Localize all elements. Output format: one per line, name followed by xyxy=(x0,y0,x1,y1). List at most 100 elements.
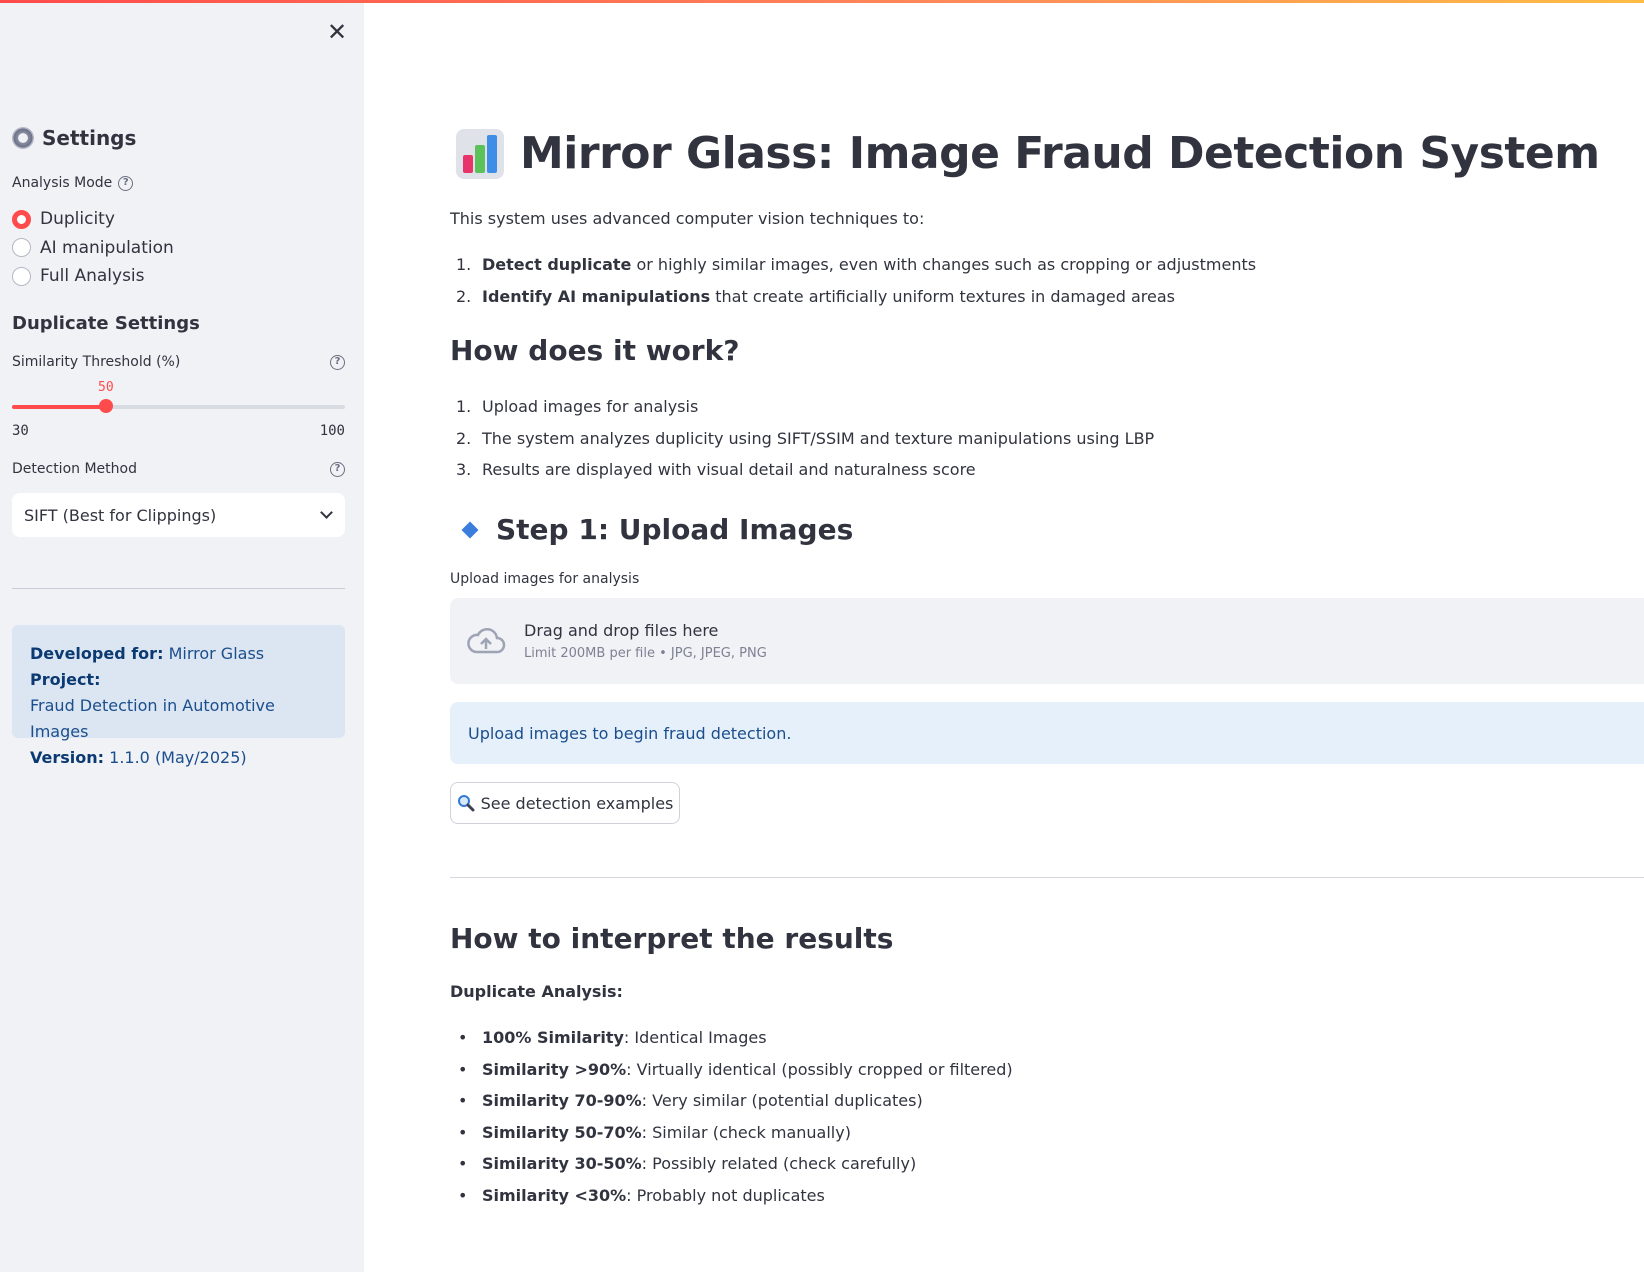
analysis-mode-text: Analysis Mode xyxy=(12,175,113,191)
list-item-text: The system analyzes duplicity using SIFT… xyxy=(482,428,1155,448)
slider-min: 30 xyxy=(12,423,29,439)
list-item-text: : Identical Images xyxy=(623,1028,767,1048)
project-name: Mirror Glass xyxy=(168,644,265,663)
detection-method-value: SIFT (Best for Clippings) xyxy=(24,505,217,525)
gear-icon xyxy=(12,127,34,149)
list-item-text: Upload images for analysis xyxy=(482,397,699,417)
sidebar: ✕ Settings Analysis Mode ? Duplicity AI … xyxy=(0,0,364,1272)
list-item-text: : Very similar (potential duplicates) xyxy=(641,1091,923,1111)
version-label: Version: xyxy=(30,748,105,767)
list-item-bold: 100% Similarity xyxy=(482,1028,624,1048)
list-item-text: Results are displayed with visual detail… xyxy=(482,460,976,480)
list-item: 2. The system analyzes duplicity using S… xyxy=(450,423,1154,455)
radio-ai-manipulation[interactable]: AI manipulation xyxy=(12,234,174,263)
radio-duplicity[interactable]: Duplicity xyxy=(12,205,174,234)
info-alert: Upload images to begin fraud detection. xyxy=(450,702,1644,764)
magnifier-icon xyxy=(457,795,475,812)
radio-label: Full Analysis xyxy=(40,266,145,287)
top-decoration-bar xyxy=(0,0,1644,3)
list-item: 3. Results are displayed with visual det… xyxy=(450,454,1154,486)
list-item: • Similarity <30%: Probably not duplicate… xyxy=(450,1180,1013,1212)
list-item-text: or highly similar images, even with chan… xyxy=(631,255,1257,275)
slider-value: 50 xyxy=(98,380,114,395)
close-icon[interactable]: ✕ xyxy=(325,20,349,44)
list-item: • Similarity 30-50%: Possibly related (ch… xyxy=(450,1148,1013,1180)
list-item: • Similarity 70-90%: Very similar (potent… xyxy=(450,1085,1013,1117)
radio-selected-icon[interactable] xyxy=(12,209,31,229)
bar-chart-icon xyxy=(456,128,504,179)
sidebar-divider xyxy=(12,588,345,589)
detection-method-label: Detection Method xyxy=(12,461,137,477)
bullet: • xyxy=(458,1122,468,1142)
similarity-threshold-label: Similarity Threshold (%) xyxy=(12,354,181,370)
step1-heading-row: Step 1: Upload Images xyxy=(461,513,853,546)
help-icon[interactable]: ? xyxy=(118,175,134,191)
settings-heading: Settings xyxy=(12,126,136,150)
list-item-text: : Similar (check manually) xyxy=(641,1122,851,1142)
analysis-mode-label: Analysis Mode ? xyxy=(12,175,134,191)
interpret-heading: How to interpret the results xyxy=(450,922,894,955)
list-item: 2. Identify AI manipulations that create… xyxy=(450,281,1256,313)
help-icon[interactable]: ? xyxy=(330,354,345,370)
dropzone-text: Drag and drop files here Limit 200MB per… xyxy=(524,621,767,661)
list-item-text: that create artificially uniform texture… xyxy=(710,286,1175,306)
list-item-bold: Detect duplicate xyxy=(482,255,632,275)
list-item-bold: Identify AI manipulations xyxy=(482,286,711,306)
capabilities-list: 1. Detect duplicate or highly similar im… xyxy=(450,249,1256,312)
list-item-bold: Similarity 70-90% xyxy=(482,1091,642,1111)
radio-unselected-icon[interactable] xyxy=(12,238,31,258)
how-steps-list: 1. Upload images for analysis 2. The sys… xyxy=(450,391,1154,486)
cloud-upload-icon xyxy=(467,628,506,654)
list-item-text: : Virtually identical (possibly cropped … xyxy=(626,1059,1013,1079)
list-item-bold: Similarity <30% xyxy=(482,1185,627,1205)
list-item-text: : Possibly related (check carefully) xyxy=(641,1154,917,1174)
help-icon[interactable]: ? xyxy=(330,461,345,477)
bullet: • xyxy=(458,1185,468,1205)
list-item-bold: Similarity 50-70% xyxy=(482,1122,642,1142)
file-dropzone[interactable]: Drag and drop files here Limit 200MB per… xyxy=(450,598,1644,684)
list-item: 1. Upload images for analysis xyxy=(450,391,1154,423)
duplicate-settings-heading: Duplicate Settings xyxy=(12,313,200,334)
list-number: 1. xyxy=(456,255,472,275)
list-item-text: : Probably not duplicates xyxy=(626,1185,825,1205)
radio-label: AI manipulation xyxy=(40,237,174,258)
list-item-bold: Similarity >90% xyxy=(482,1059,627,1079)
slider-max: 100 xyxy=(319,423,345,439)
radio-full-analysis[interactable]: Full Analysis xyxy=(12,262,174,291)
intro-text: This system uses advanced computer visio… xyxy=(450,209,925,228)
list-item: 1. Detect duplicate or highly similar im… xyxy=(450,249,1256,281)
developed-for-label: Developed for: xyxy=(30,644,164,663)
slider-fill xyxy=(12,405,102,409)
section-divider xyxy=(450,877,1644,878)
duplicate-analysis-label: Duplicate Analysis: xyxy=(450,982,623,1001)
main-content: Mirror Glass: Image Fraud Detection Syst… xyxy=(364,0,1644,1272)
similarity-slider[interactable] xyxy=(12,399,345,413)
how-it-works-heading: How does it work? xyxy=(450,334,740,367)
page-title-row: Mirror Glass: Image Fraud Detection Syst… xyxy=(456,128,1600,179)
bullet: • xyxy=(458,1154,468,1174)
list-item: • 100% Similarity: Identical Images xyxy=(450,1022,1013,1054)
project-label: Project: xyxy=(30,670,101,689)
list-item: • Similarity 50-70%: Similar (check manua… xyxy=(450,1117,1013,1149)
bullet: • xyxy=(458,1028,468,1048)
detection-method-select[interactable]: SIFT (Best for Clippings) xyxy=(12,493,345,537)
list-number: 1. xyxy=(456,397,472,417)
similarity-threshold-row: Similarity Threshold (%) ? xyxy=(12,354,345,370)
chevron-down-icon xyxy=(320,506,333,519)
upload-label: Upload images for analysis xyxy=(450,571,640,587)
project-info-box: Developed for: Mirror Glass Project: Fra… xyxy=(12,625,345,767)
slider-thumb[interactable] xyxy=(99,399,113,413)
detection-method-row: Detection Method ? xyxy=(12,461,345,477)
list-number: 2. xyxy=(456,428,472,448)
dropzone-sub: Limit 200MB per file • JPG, JPEG, PNG xyxy=(524,646,767,661)
bullet: • xyxy=(458,1091,468,1111)
list-item: • Similarity >90%: Virtually identical (p… xyxy=(450,1054,1013,1086)
bullet: • xyxy=(458,1059,468,1079)
list-item-bold: Similarity 30-50% xyxy=(482,1154,642,1174)
list-number: 3. xyxy=(456,460,472,480)
see-examples-button[interactable]: See detection examples xyxy=(450,782,680,824)
dropzone-main: Drag and drop files here xyxy=(524,621,719,640)
analysis-mode-radio-group: Duplicity AI manipulation Full Analysis xyxy=(12,205,174,291)
interpretation-list: • 100% Similarity: Identical Images • Simi… xyxy=(450,1022,1013,1211)
radio-unselected-icon[interactable] xyxy=(12,266,31,286)
